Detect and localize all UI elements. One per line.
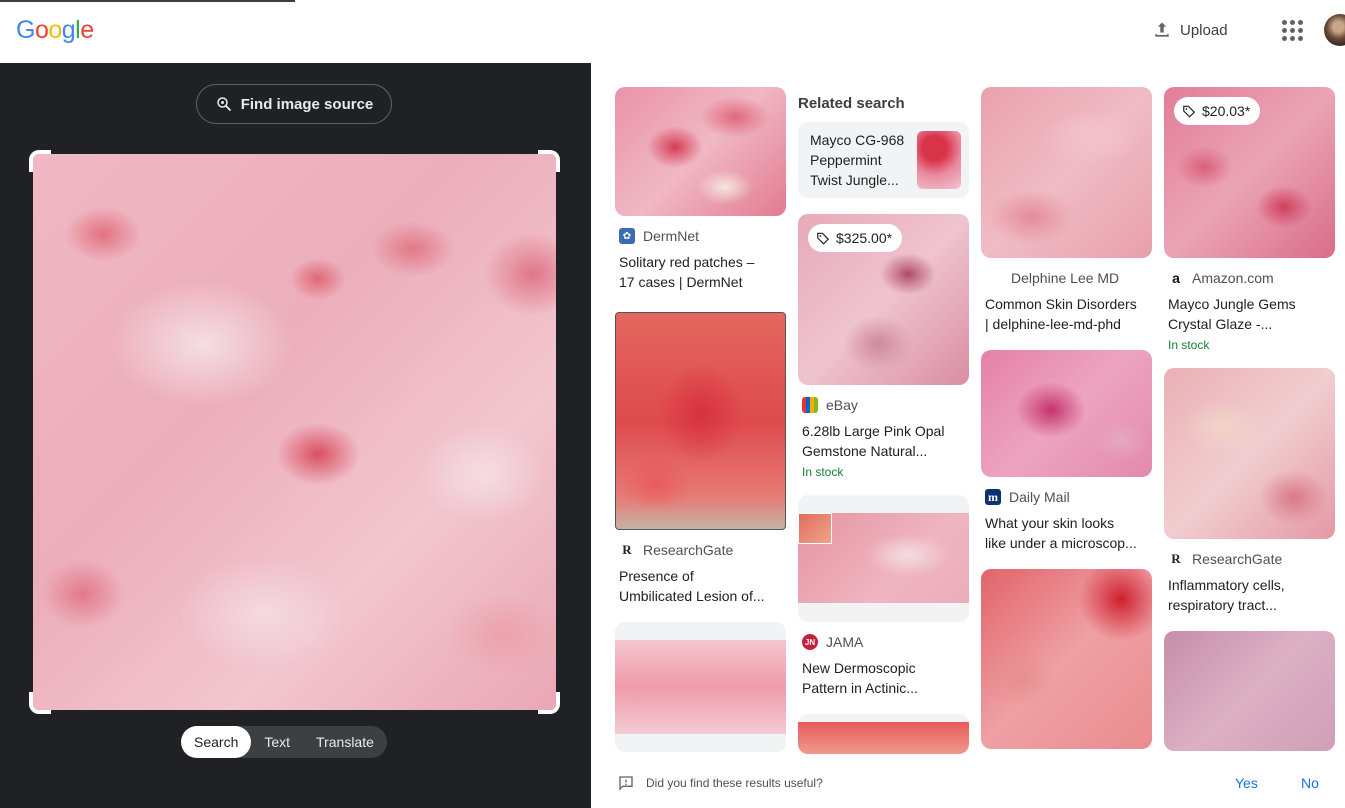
price-badge: $20.03*: [1174, 97, 1261, 125]
feedback-bar: Did you find these results useful? Yes N…: [591, 757, 1345, 808]
crop-handle-top-right[interactable]: [538, 150, 560, 172]
price-tag-icon: [1183, 105, 1196, 118]
price-badge: $325.00*: [808, 224, 903, 252]
result-source[interactable]: m Daily Mail: [981, 489, 1152, 505]
find-image-source-label: Find image source: [240, 95, 374, 113]
result-card[interactable]: [1164, 631, 1335, 751]
amazon-favicon-icon: a: [1168, 270, 1184, 286]
result-card[interactable]: R ResearchGate Presence of Umbilicated L…: [615, 312, 786, 606]
result-source[interactable]: R ResearchGate: [615, 542, 786, 558]
result-title[interactable]: New Dermoscopic Pattern in Actinic...: [798, 658, 969, 698]
result-title[interactable]: Solitary red patches – 17 cases | DermNe…: [615, 252, 786, 292]
result-source[interactable]: a Amazon.com: [1164, 270, 1335, 286]
result-thumbnail[interactable]: [798, 495, 969, 622]
feedback-icon: [619, 775, 633, 791]
inset-thumbnail: [798, 513, 832, 544]
related-search-text: Mayco CG-968 Peppermint Twist Jungle...: [810, 132, 905, 188]
stock-status: In stock: [1168, 338, 1210, 352]
result-title[interactable]: What your skin looks like under a micros…: [981, 513, 1152, 553]
related-search-thumbnail: [917, 131, 961, 189]
mode-translate-tab[interactable]: Translate: [303, 726, 387, 758]
result-title[interactable]: Common Skin Disorders | delphine-lee-md-…: [981, 294, 1152, 334]
result-title[interactable]: Mayco Jungle Gems Crystal Glaze -...: [1164, 294, 1335, 334]
result-title[interactable]: Presence of Umbilicated Lesion of...: [615, 566, 786, 606]
upload-label: Upload: [1180, 21, 1228, 39]
results-column-2: Related search Mayco CG-968 Peppermint T…: [798, 87, 969, 757]
related-search-heading: Related search: [798, 95, 905, 112]
mode-text-tab[interactable]: Text: [251, 726, 303, 758]
researchgate-favicon-icon: R: [619, 542, 635, 558]
result-source[interactable]: Delphine Lee MD: [981, 270, 1152, 286]
result-thumbnail[interactable]: [981, 569, 1152, 749]
result-thumbnail[interactable]: $325.00*: [798, 214, 969, 385]
crop-handle-bottom-right[interactable]: [538, 692, 560, 714]
result-card[interactable]: [798, 714, 969, 754]
crop-handle-top-left[interactable]: [29, 150, 51, 172]
result-card[interactable]: [981, 569, 1152, 749]
result-source[interactable]: eBay: [798, 397, 969, 413]
mode-switcher: Search Text Translate: [181, 726, 387, 758]
result-card[interactable]: R ResearchGate Inflammatory cells, respi…: [1164, 368, 1335, 615]
result-thumbnail[interactable]: [798, 714, 969, 754]
result-thumbnail[interactable]: [1164, 368, 1335, 539]
result-thumbnail[interactable]: [981, 350, 1152, 477]
upload-icon: [1155, 22, 1169, 37]
result-thumbnail[interactable]: $20.03*: [1164, 87, 1335, 258]
feedback-yes-button[interactable]: Yes: [1235, 775, 1258, 791]
results-column-3: Delphine Lee MD Common Skin Disorders | …: [981, 87, 1152, 757]
result-card[interactable]: JN JAMA New Dermoscopic Pattern in Actin…: [798, 495, 969, 698]
researchgate-favicon-icon: R: [1168, 551, 1184, 567]
result-card[interactable]: [615, 622, 786, 752]
result-card[interactable]: m Daily Mail What your skin looks like u…: [981, 350, 1152, 553]
result-title[interactable]: Inflammatory cells, respiratory tract...: [1164, 575, 1335, 615]
results-column-1: ✿ DermNet Solitary red patches – 17 case…: [615, 87, 786, 757]
loading-bar: [0, 0, 295, 2]
upload-button[interactable]: Upload: [1152, 17, 1228, 43]
top-bar: Google Upload: [0, 0, 1345, 63]
mode-search-tab[interactable]: Search: [181, 726, 252, 758]
daily-mail-favicon-icon: m: [985, 489, 1001, 505]
apps-grid-icon[interactable]: [1281, 18, 1305, 42]
result-card[interactable]: $325.00* eBay 6.28lb Large Pink Opal Gem…: [798, 214, 969, 479]
results-grid: ✿ DermNet Solitary red patches – 17 case…: [591, 63, 1345, 757]
result-card[interactable]: $20.03* a Amazon.com Mayco Jungle Gems C…: [1164, 87, 1335, 352]
jama-favicon-icon: JN: [802, 634, 818, 650]
query-panel: Find image source Search Text Translate: [0, 63, 591, 808]
results-column-4: $20.03* a Amazon.com Mayco Jungle Gems C…: [1164, 87, 1335, 757]
related-search-chip[interactable]: Mayco CG-968 Peppermint Twist Jungle...: [798, 122, 969, 198]
result-source[interactable]: R ResearchGate: [1164, 551, 1335, 567]
stock-status: In stock: [802, 465, 844, 479]
query-image-crop[interactable]: [29, 150, 560, 714]
avatar[interactable]: [1324, 14, 1345, 46]
result-thumbnail[interactable]: [615, 312, 786, 530]
lens-search-icon: [216, 97, 231, 111]
crop-handle-bottom-left[interactable]: [29, 692, 51, 714]
ebay-favicon-icon: [802, 397, 818, 413]
google-logo[interactable]: Google: [16, 16, 94, 45]
result-source[interactable]: JN JAMA: [798, 634, 969, 650]
result-thumbnail[interactable]: [615, 622, 786, 752]
result-thumbnail[interactable]: [615, 87, 786, 216]
feedback-no-button[interactable]: No: [1301, 775, 1319, 791]
result-card[interactable]: ✿ DermNet Solitary red patches – 17 case…: [615, 87, 786, 292]
result-source[interactable]: ✿ DermNet: [615, 228, 786, 244]
price-tag-icon: [817, 232, 830, 245]
result-thumbnail[interactable]: [1164, 631, 1335, 751]
feedback-question: Did you find these results useful?: [646, 775, 823, 790]
find-image-source-button[interactable]: Find image source: [196, 84, 392, 124]
query-image: [33, 154, 556, 710]
result-card[interactable]: Delphine Lee MD Common Skin Disorders | …: [981, 87, 1152, 334]
result-thumbnail[interactable]: [981, 87, 1152, 258]
result-title[interactable]: 6.28lb Large Pink Opal Gemstone Natural.…: [798, 421, 969, 461]
dermnet-favicon-icon: ✿: [619, 228, 635, 244]
